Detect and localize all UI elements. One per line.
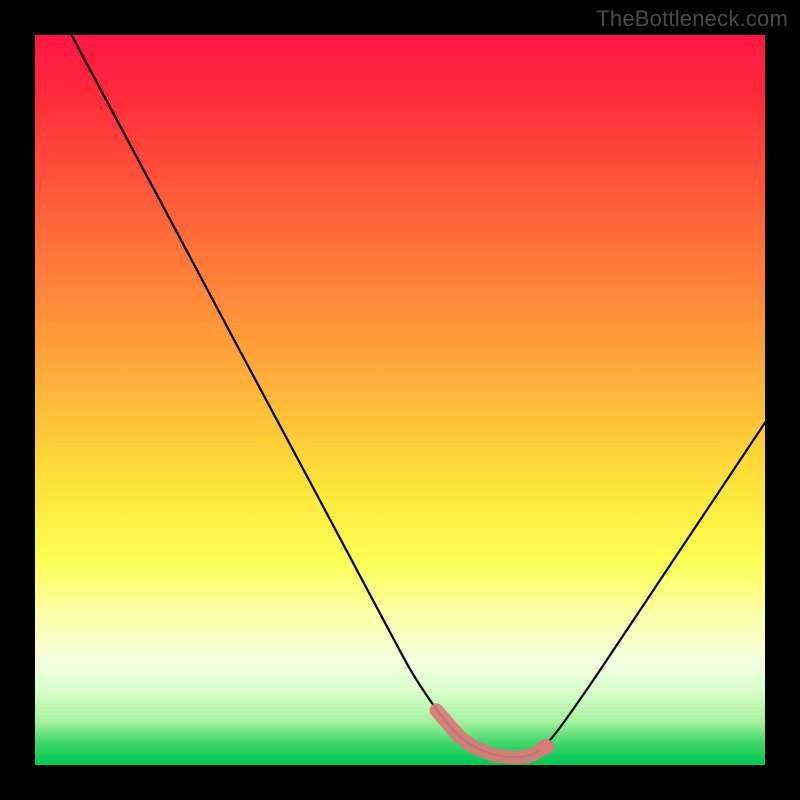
bottleneck-curve-line xyxy=(72,35,766,757)
chart-frame: TheBottleneck.com xyxy=(0,0,800,800)
plot-area xyxy=(35,35,765,765)
highlight-band xyxy=(437,710,555,757)
watermark-text: TheBottleneck.com xyxy=(596,6,788,32)
chart-svg xyxy=(35,35,765,765)
